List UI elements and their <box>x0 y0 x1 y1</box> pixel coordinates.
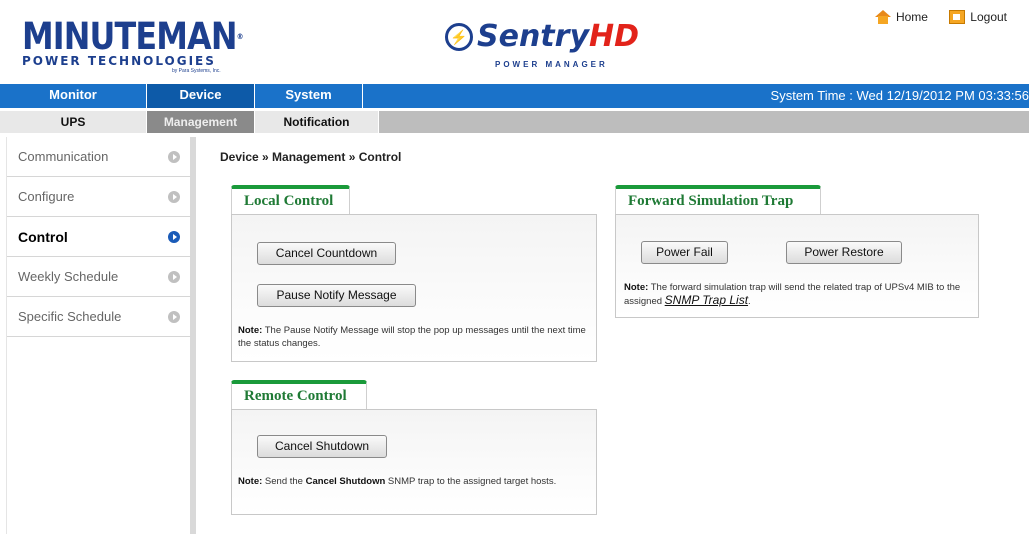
sentry-logo-subtitle: POWER MANAGER <box>495 60 608 69</box>
note-text-1: Send the <box>262 476 306 487</box>
logout-icon <box>949 10 966 24</box>
sidebar-item-weekly-schedule[interactable]: Weekly Schedule <box>7 257 190 297</box>
note-label: Note: <box>624 282 649 293</box>
logout-link-label: Logout <box>970 10 1007 24</box>
chevron-right-icon <box>168 191 180 203</box>
logo-tagline: by Para Systems, Inc. <box>172 68 221 74</box>
minuteman-logo[interactable]: MINUTEMAN® POWER TECHNOLOGIES by Para Sy… <box>22 15 243 76</box>
chevron-right-icon <box>168 231 180 243</box>
home-link-label: Home <box>895 10 928 24</box>
local-control-panel: Cancel Countdown Pause Notify Message No… <box>231 214 597 362</box>
note-text-2: SNMP trap to the assigned target hosts. <box>385 476 557 487</box>
sidebar: Communication Configure Control Weekly S… <box>6 137 196 534</box>
nav-tab-system[interactable]: System <box>255 84 363 108</box>
header: MINUTEMAN® POWER TECHNOLOGIES by Para Sy… <box>0 0 1029 84</box>
subnav-tab-ups[interactable]: UPS <box>0 111 147 133</box>
nav-tab-device[interactable]: Device <box>147 84 255 108</box>
remote-control-note: Note: Send the Cancel Shutdown SNMP trap… <box>238 475 593 488</box>
sidebar-item-configure[interactable]: Configure <box>7 177 190 217</box>
chevron-right-icon <box>168 271 180 283</box>
logo-reg-mark: ® <box>236 32 244 41</box>
top-links: Home Logout <box>857 10 1007 27</box>
chevron-right-icon <box>168 311 180 323</box>
sidebar-item-label: Configure <box>18 189 75 204</box>
sentry-logo-part2: HD <box>589 19 640 54</box>
forward-trap-note: Note: The forward simulation trap will s… <box>624 281 974 308</box>
note-bold: Cancel Shutdown <box>305 476 386 487</box>
subnav-tab-management[interactable]: Management <box>147 111 255 133</box>
sidebar-item-control[interactable]: Control <box>7 217 190 257</box>
nav-tab-monitor[interactable]: Monitor <box>0 84 147 108</box>
breadcrumb: Device » Management » Control <box>220 150 402 164</box>
home-link[interactable]: Home <box>874 10 928 24</box>
pause-notify-button[interactable]: Pause Notify Message <box>257 284 416 307</box>
secondary-nav: UPS Management Notification <box>0 111 1029 133</box>
note-end: . <box>748 296 751 307</box>
chevron-right-icon <box>168 151 180 163</box>
forward-trap-panel: Power Fail Power Restore Note: The forwa… <box>615 214 979 318</box>
remote-control-panel: Cancel Shutdown Note: Send the Cancel Sh… <box>231 409 597 515</box>
note-label: Note: <box>238 325 263 336</box>
logout-link[interactable]: Logout <box>949 10 1007 24</box>
plug-icon: ⚡ <box>445 23 473 51</box>
sentry-logo-part1: Sentry <box>477 19 590 54</box>
power-restore-button[interactable]: Power Restore <box>786 241 902 264</box>
local-control-title: Local Control <box>231 185 350 215</box>
cancel-shutdown-button[interactable]: Cancel Shutdown <box>257 435 387 458</box>
note-label: Note: <box>238 476 263 487</box>
sentryhd-logo: ⚡ SentryHD POWER MANAGER <box>445 19 639 76</box>
sidebar-item-label: Weekly Schedule <box>18 269 119 284</box>
system-time: System Time : Wed 12/19/2012 PM 03:33:56 <box>770 88 1029 103</box>
sidebar-item-communication[interactable]: Communication <box>7 137 190 177</box>
sidebar-item-specific-schedule[interactable]: Specific Schedule <box>7 297 190 337</box>
remote-control-title: Remote Control <box>231 380 367 410</box>
cancel-countdown-button[interactable]: Cancel Countdown <box>257 242 396 265</box>
primary-nav: Monitor Device System System Time : Wed … <box>0 84 1029 108</box>
sidebar-item-label: Specific Schedule <box>18 309 122 324</box>
home-icon <box>874 10 891 24</box>
local-control-note: Note: The Pause Notify Message will stop… <box>238 324 593 350</box>
power-fail-button[interactable]: Power Fail <box>641 241 728 264</box>
subnav-tab-notification[interactable]: Notification <box>255 111 379 133</box>
snmp-trap-list-link[interactable]: SNMP Trap List <box>665 293 748 307</box>
forward-trap-title: Forward Simulation Trap <box>615 185 821 215</box>
sidebar-item-label: Communication <box>18 149 109 164</box>
sidebar-item-label: Control <box>18 229 68 245</box>
logo-main-text: MINUTEMAN <box>22 15 237 58</box>
note-text: The Pause Notify Message will stop the p… <box>238 325 586 349</box>
